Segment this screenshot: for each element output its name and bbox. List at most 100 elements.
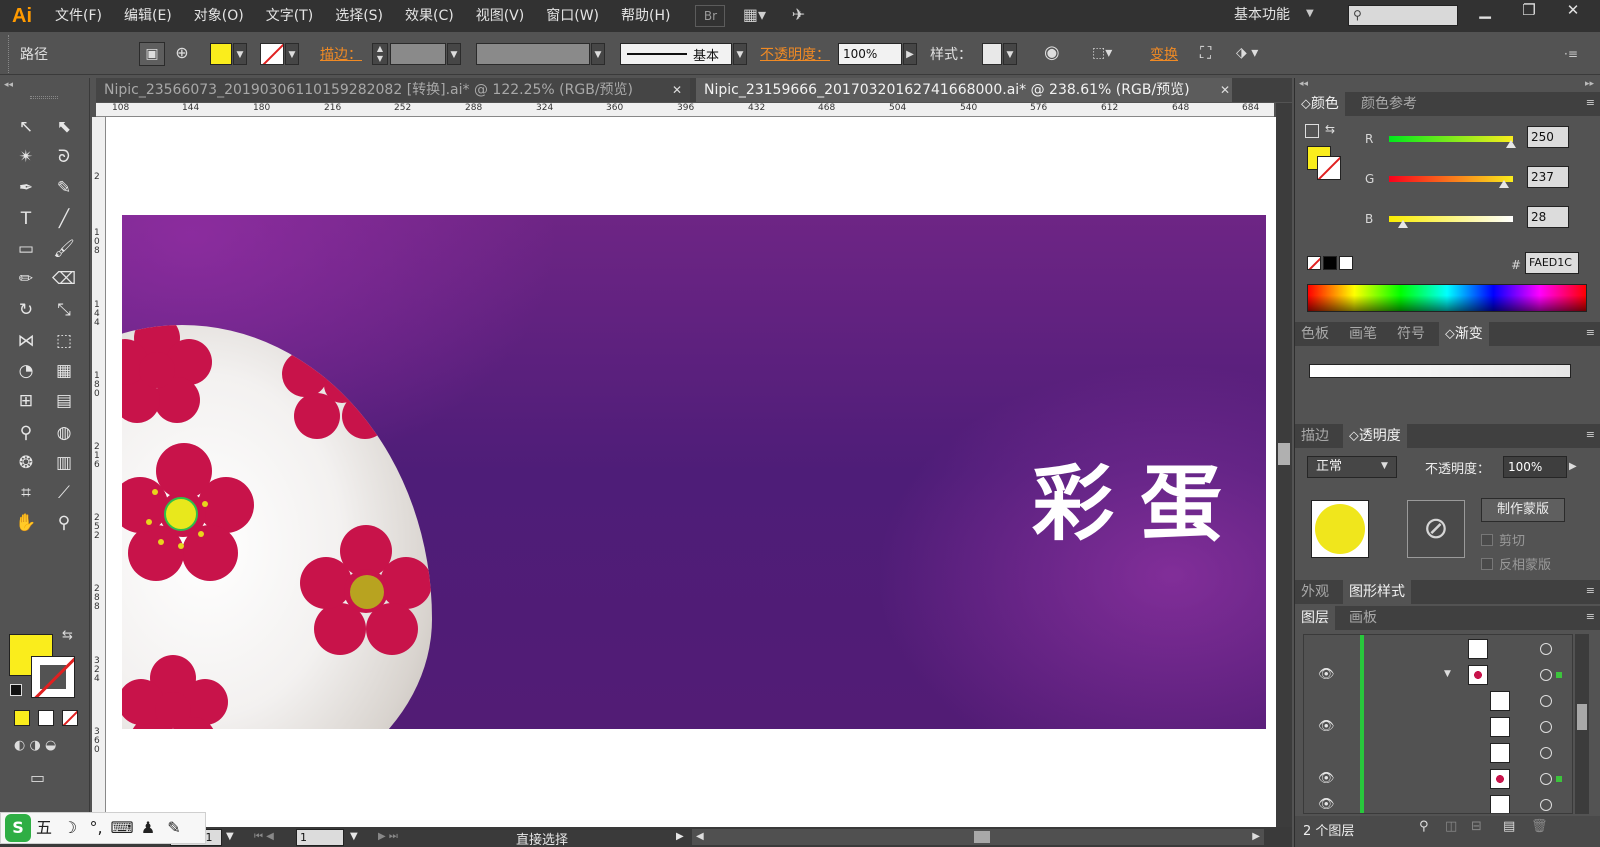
layers-list[interactable]: 👁 ▼ 👁 👁 👁 [1303, 634, 1573, 814]
tab-brushes[interactable]: 画笔 [1343, 322, 1383, 346]
eyedropper-tool-icon[interactable]: ⚲ [12, 420, 40, 446]
layer-row[interactable]: 👁 [1318, 767, 1572, 793]
tab-layers[interactable]: 图层 [1295, 606, 1335, 630]
panel-menu-icon[interactable]: ≡ [1586, 326, 1595, 339]
scrollbar-thumb[interactable] [974, 831, 990, 843]
menu-file[interactable]: 文件(F) [44, 0, 113, 32]
stroke-dropdown-icon[interactable]: ▼ [285, 43, 299, 65]
free-transform-tool-icon[interactable]: ⬚ [50, 328, 78, 354]
paintbrush-tool-icon[interactable]: 🖌 [50, 236, 78, 262]
artboard-tool-icon[interactable]: ⌗ [12, 480, 40, 506]
target-icon[interactable] [1540, 747, 1552, 759]
horizontal-scrollbar[interactable]: ◀ ▶ [692, 829, 1264, 845]
vertical-ruler[interactable]: 2 1 0 8 1 4 4 1 8 0 2 1 6 2 5 2 2 8 8 3 … [92, 117, 106, 829]
scrollbar-thumb[interactable] [1278, 443, 1290, 465]
menu-window[interactable]: 窗口(W) [535, 0, 610, 32]
brush-definition[interactable]: 基本 [620, 43, 732, 65]
tab-artboards[interactable]: 画板 [1343, 606, 1383, 630]
layer-row[interactable] [1318, 741, 1572, 767]
ime-settings-icon[interactable]: ✎ [161, 814, 187, 842]
panel-menu-icon[interactable]: ≡ [1586, 428, 1595, 441]
menu-effect[interactable]: 效果(C) [394, 0, 465, 32]
easter-egg-illustration[interactable] [122, 325, 432, 729]
tab-color[interactable]: ⬦颜色 [1295, 92, 1345, 116]
red-slider-knob[interactable] [1505, 140, 1516, 148]
recolor-artwork-icon[interactable]: ◉ [1044, 42, 1066, 66]
scroll-right-icon[interactable]: ▶ [1252, 831, 1260, 842]
target-icon[interactable] [1540, 669, 1552, 681]
easter-egg-banner[interactable]: 彩蛋 [122, 215, 1266, 729]
graphic-style-dropdown-icon[interactable]: ▼ [1003, 43, 1017, 65]
zoom-dropdown-icon[interactable]: ▼ [226, 831, 234, 842]
red-value-field[interactable]: 250 [1527, 126, 1569, 148]
visibility-eye-icon[interactable]: 👁 [1318, 771, 1335, 786]
collapse-dock-icon[interactable]: ◂◂ [1299, 79, 1308, 89]
curvature-tool-icon[interactable]: ✎ [50, 175, 78, 201]
width-tool-icon[interactable]: ⋈ [12, 328, 40, 354]
eraser-tool-icon[interactable]: ⌫ [50, 266, 78, 292]
vertical-scrollbar[interactable] [1276, 103, 1292, 827]
no-mask-icon[interactable]: ⊘ [1407, 500, 1465, 558]
stroke-weight-dropdown-icon[interactable]: ▼ [447, 43, 461, 65]
first-artboard-icon[interactable]: ⏮ ◀ [254, 831, 274, 842]
zoom-tool-icon[interactable]: ⚲ [50, 510, 78, 536]
tab-document-2[interactable]: Nipic_23159666_20170320162741668000.ai* … [696, 78, 1232, 102]
fill-swatch[interactable] [210, 43, 232, 65]
workspace-switcher[interactable]: 基本功能 [1234, 4, 1290, 24]
rotate-tool-icon[interactable]: ↻ [12, 297, 40, 323]
close-window-button[interactable]: ✕ [1552, 0, 1594, 22]
magic-wand-tool-icon[interactable]: ✴ [12, 144, 40, 170]
menu-object[interactable]: 对象(O) [183, 0, 255, 32]
restore-button[interactable]: ❐ [1508, 0, 1550, 22]
selection-tool-icon[interactable]: ↖ [12, 114, 40, 140]
panel-menu-icon[interactable]: ≡ [1586, 610, 1595, 623]
control-bar-grip[interactable] [8, 35, 12, 73]
object-thumbnail[interactable] [1311, 500, 1369, 558]
column-graph-tool-icon[interactable]: ▥ [50, 450, 78, 476]
clip-checkbox[interactable] [1481, 534, 1493, 546]
horizontal-ruler[interactable]: 108 144 180 216 252 288 324 360 396 432 … [96, 103, 1274, 117]
tab-symbols[interactable]: 符号 [1391, 322, 1431, 346]
green-value-field[interactable]: 237 [1527, 166, 1569, 188]
perspective-grid-tool-icon[interactable]: ▦ [50, 358, 78, 384]
layers-scrollbar[interactable] [1575, 634, 1589, 814]
close-tab-icon[interactable]: ✕ [1220, 83, 1230, 97]
opacity-slider-toggle-icon[interactable]: ▶ [1569, 456, 1577, 478]
profile-dropdown-icon[interactable]: ▼ [591, 43, 605, 65]
arrange-documents-icon[interactable]: ▦▾ [739, 5, 769, 27]
white-swatch[interactable] [1339, 256, 1353, 270]
artboard-number-field[interactable]: 1 [296, 829, 344, 846]
menu-help[interactable]: 帮助(H) [610, 0, 681, 32]
tab-transparency[interactable]: ⬦透明度 [1343, 424, 1407, 448]
color-spectrum[interactable] [1307, 284, 1587, 312]
transparency-opacity-field[interactable]: 100% [1503, 456, 1567, 478]
type-tool-icon[interactable]: T [12, 206, 40, 232]
expand-dock-icon[interactable]: ▸▸ [1585, 79, 1594, 89]
menu-view[interactable]: 视图(V) [465, 0, 536, 32]
selection-indicator[interactable] [1556, 672, 1562, 678]
next-artboard-icon[interactable]: ▶ ⏭ [378, 831, 398, 842]
layer-row[interactable]: 👁 [1318, 715, 1572, 741]
layer-row[interactable]: 👁 ▼ [1318, 663, 1572, 689]
bridge-icon[interactable]: Br [695, 5, 726, 27]
target-icon[interactable] [1540, 643, 1552, 655]
anchor-point-icon[interactable]: ⊕ [169, 42, 195, 66]
line-tool-icon[interactable]: ╱ [50, 206, 78, 232]
control-bar-menu-icon[interactable]: ·≡ [1564, 43, 1588, 65]
keyboard-icon[interactable]: ⌨ [109, 814, 135, 842]
panel-menu-icon[interactable]: ≡ [1586, 96, 1595, 109]
make-clipping-mask-icon[interactable]: ◫ [1445, 819, 1457, 834]
make-mask-button[interactable]: 制作蒙版 [1481, 498, 1565, 522]
status-menu-icon[interactable]: ▶ [676, 831, 684, 842]
tools-grip[interactable] [30, 96, 58, 99]
black-swatch[interactable] [1323, 256, 1337, 270]
collapse-panel-icon[interactable]: ◂◂ [4, 80, 13, 90]
ime-wubi-mode[interactable]: 五 [31, 814, 57, 842]
blue-value-field[interactable]: 28 [1527, 206, 1569, 228]
transform-box-icon[interactable]: ⛶ [1200, 42, 1224, 66]
red-slider[interactable] [1389, 136, 1513, 142]
new-layer-icon[interactable]: ▤ [1503, 819, 1515, 834]
banner-title[interactable]: 彩蛋 [1032, 455, 1248, 555]
rectangle-tool-icon[interactable]: ▭ [12, 236, 40, 262]
target-icon[interactable] [1540, 799, 1552, 811]
